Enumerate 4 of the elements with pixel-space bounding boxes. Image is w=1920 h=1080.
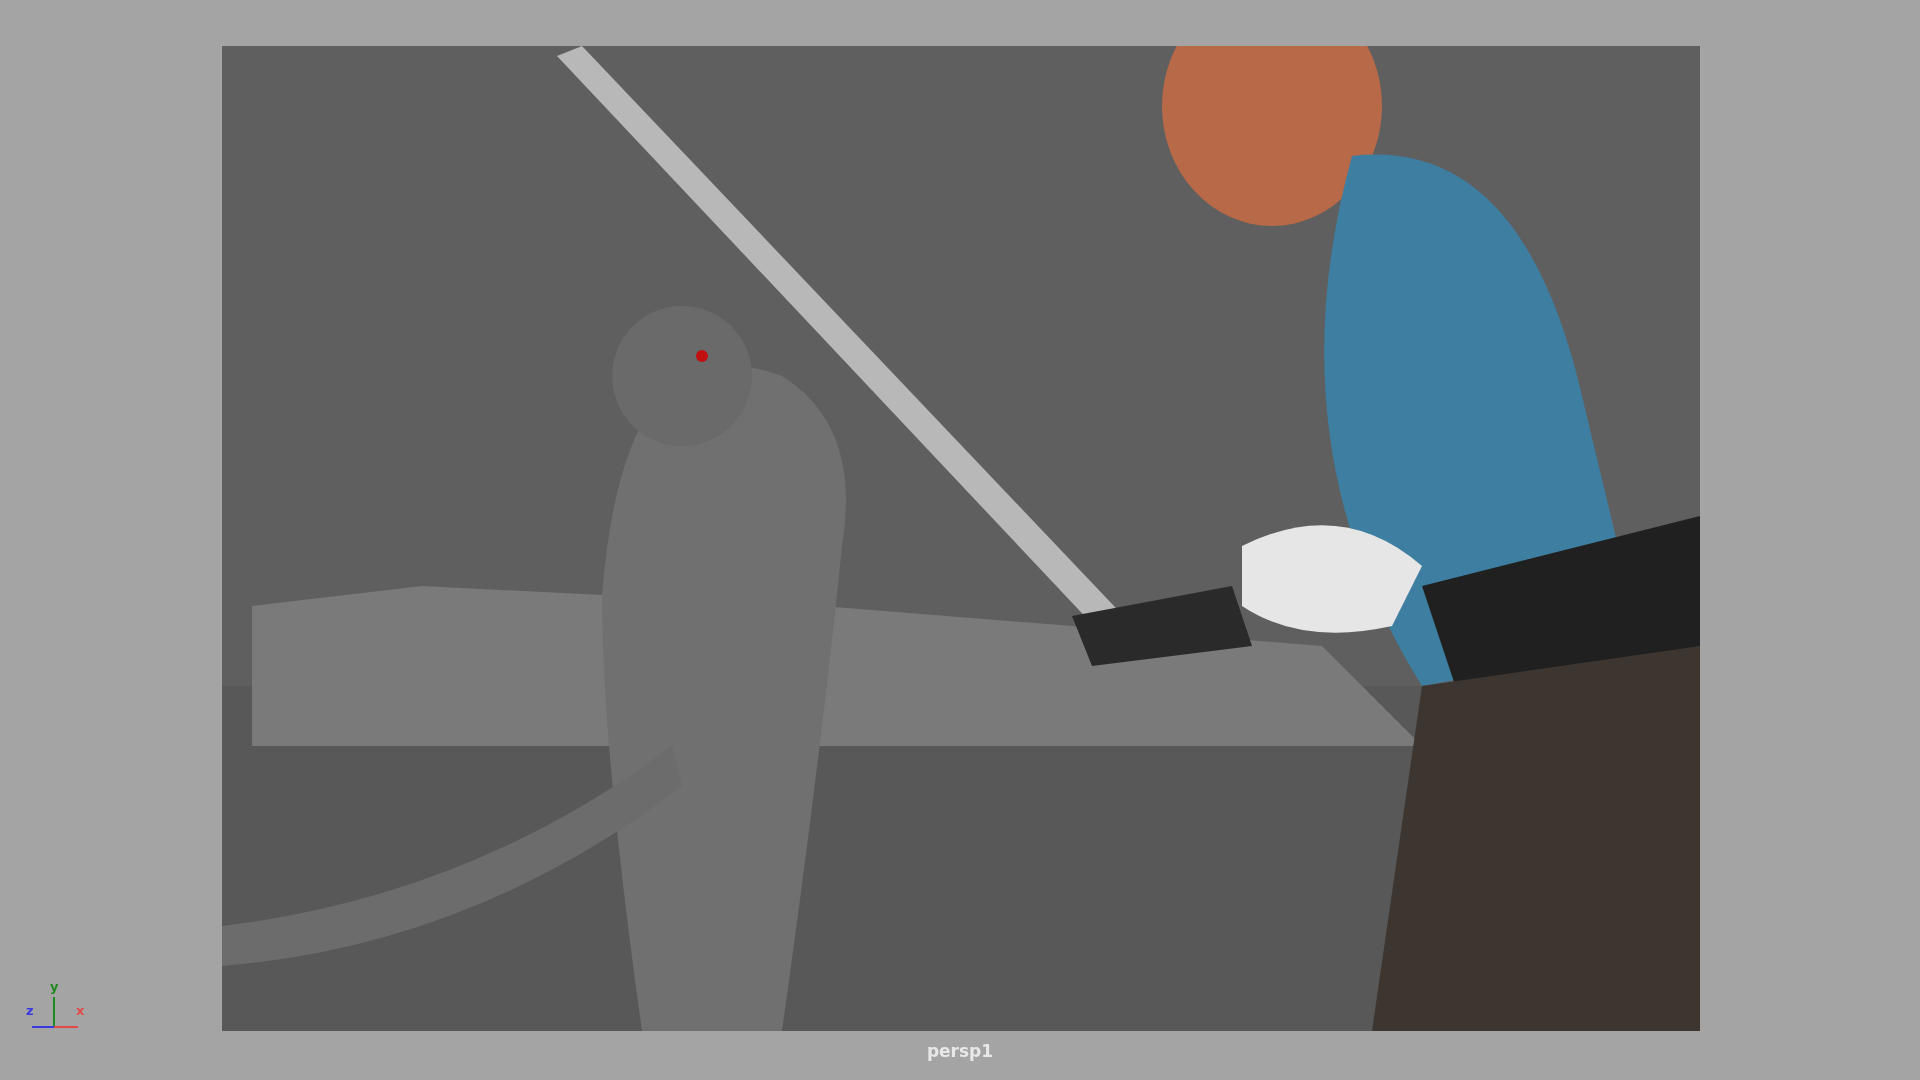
axis-label: z xyxy=(26,1003,34,1018)
axis-label: x xyxy=(76,1003,85,1018)
camera-label: persp1 xyxy=(926,1041,994,1061)
axis-label: y xyxy=(50,979,59,994)
